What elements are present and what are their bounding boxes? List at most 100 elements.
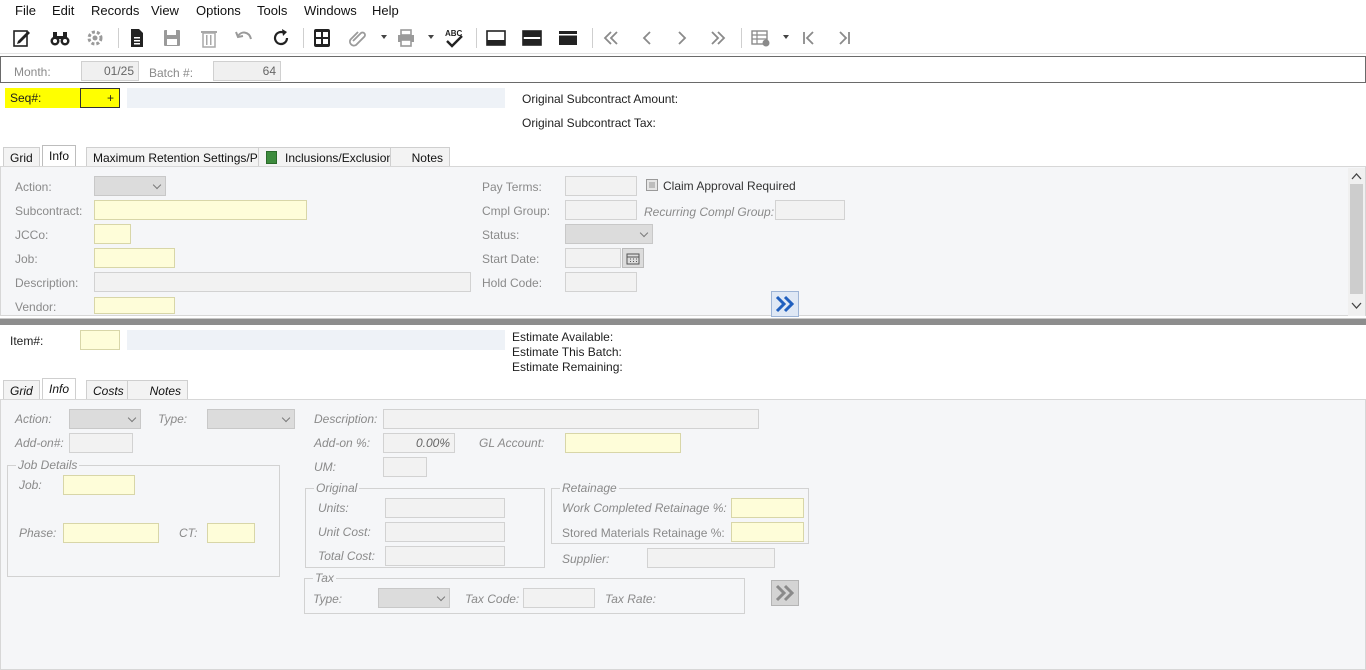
original-subcontract-tax-label: Original Subcontract Tax: xyxy=(522,116,656,130)
layout-bottom-icon[interactable] xyxy=(555,26,581,50)
scroll-down-icon xyxy=(1351,302,1362,309)
attachment-dropdown-icon[interactable] xyxy=(381,35,387,39)
addon-num-field[interactable] xyxy=(69,433,133,453)
tab-max-retention[interactable]: Maximum Retention Settings/PBA xyxy=(86,147,281,167)
item-job-field[interactable] xyxy=(63,475,135,495)
first-record-icon[interactable] xyxy=(598,26,624,50)
panel-splitter[interactable] xyxy=(0,318,1366,325)
stored-materials-retainage-field[interactable] xyxy=(731,522,804,542)
menu-file[interactable]: File xyxy=(15,3,36,18)
job-label: Job: xyxy=(15,252,38,266)
vendor-field[interactable] xyxy=(94,297,175,314)
recurring-compl-group-field[interactable] xyxy=(775,200,845,220)
menu-tools[interactable]: Tools xyxy=(257,3,287,18)
tab-item-info[interactable]: Info xyxy=(42,378,77,400)
menu-view[interactable]: View xyxy=(151,3,179,18)
unit-cost-field[interactable] xyxy=(385,522,505,542)
scroll-thumb[interactable] xyxy=(1350,184,1363,294)
previous-record-icon[interactable] xyxy=(634,26,660,50)
job-field[interactable] xyxy=(94,248,175,268)
um-label: UM: xyxy=(314,460,336,474)
tax-group: Tax Type: Tax Code: Tax Rate: xyxy=(304,571,745,614)
calculator-icon[interactable] xyxy=(309,26,335,50)
action-combo[interactable] xyxy=(94,176,166,196)
tab-item-costs[interactable]: Costs xyxy=(86,380,131,400)
unit-cost-label: Unit Cost: xyxy=(318,525,371,539)
tab-grid[interactable]: Grid xyxy=(3,147,40,167)
grid-view-dropdown-icon[interactable] xyxy=(783,35,789,39)
seq-input[interactable]: + xyxy=(80,88,120,108)
ct-field[interactable] xyxy=(207,523,255,543)
settings-gear-icon[interactable] xyxy=(82,26,108,50)
cmpl-group-label: Cmpl Group: xyxy=(482,204,551,218)
start-date-field[interactable] xyxy=(565,248,621,268)
hold-code-field[interactable] xyxy=(565,272,637,292)
cmpl-group-field[interactable] xyxy=(565,200,637,220)
tax-code-field[interactable] xyxy=(523,588,595,608)
supplier-field[interactable] xyxy=(647,548,775,568)
attachment-icon[interactable] xyxy=(344,26,370,50)
edit-form-icon[interactable] xyxy=(9,26,35,50)
item-description-input[interactable] xyxy=(383,409,759,429)
month-field[interactable]: 01/25 xyxy=(81,61,139,81)
delete-icon[interactable] xyxy=(196,26,222,50)
last-record-icon[interactable] xyxy=(705,26,731,50)
addon-pct-field[interactable]: 0.00% xyxy=(383,433,455,453)
undo-icon[interactable] xyxy=(231,26,257,50)
units-label: Units: xyxy=(318,501,349,515)
menu-edit[interactable]: Edit xyxy=(52,3,74,18)
expand-forward-disabled-icon[interactable] xyxy=(771,580,799,606)
item-input[interactable] xyxy=(80,330,120,350)
tab-item-notes[interactable]: Notes xyxy=(127,380,188,400)
phase-field[interactable] xyxy=(63,523,159,543)
next-record-icon[interactable] xyxy=(669,26,695,50)
spellcheck-icon[interactable]: ABC xyxy=(441,26,467,50)
menu-records[interactable]: Records xyxy=(91,3,139,18)
print-icon[interactable] xyxy=(393,26,419,50)
item-type-combo[interactable] xyxy=(207,409,295,429)
addon-num-label: Add-on#: xyxy=(15,436,64,450)
menu-help[interactable]: Help xyxy=(372,3,399,18)
pay-terms-field[interactable] xyxy=(565,176,637,196)
item-description-label: Description: xyxy=(314,412,378,426)
expand-forward-icon[interactable] xyxy=(771,291,799,317)
description-field[interactable] xyxy=(94,272,471,292)
print-dropdown-icon[interactable] xyxy=(428,35,434,39)
um-field[interactable] xyxy=(383,457,427,477)
jcco-field[interactable] xyxy=(94,224,131,244)
layout-middle-icon[interactable] xyxy=(519,26,545,50)
tax-rate-label: Tax Rate: xyxy=(605,592,656,606)
tab-info[interactable]: Info xyxy=(42,145,77,167)
units-field[interactable] xyxy=(385,498,505,518)
menu-windows[interactable]: Windows xyxy=(304,3,357,18)
estimate-available-label: Estimate Available: xyxy=(512,330,614,344)
tax-type-combo[interactable] xyxy=(378,588,450,608)
tab-notes[interactable]: Notes xyxy=(390,147,450,167)
estimate-this-batch-label: Estimate This Batch: xyxy=(512,345,622,359)
first-item-icon[interactable] xyxy=(796,26,822,50)
claim-approval-checkbox[interactable] xyxy=(646,179,658,191)
status-combo[interactable] xyxy=(565,224,653,244)
top-panel-scrollbar[interactable] xyxy=(1348,168,1365,316)
binoculars-icon[interactable] xyxy=(47,26,73,50)
calendar-icon[interactable] xyxy=(622,248,644,268)
work-completed-retainage-field[interactable] xyxy=(731,498,804,518)
menu-options[interactable]: Options xyxy=(196,3,241,18)
item-label: Item#: xyxy=(10,334,44,348)
layout-top-icon[interactable] xyxy=(483,26,509,50)
gl-account-field[interactable] xyxy=(565,433,681,453)
subcontract-field[interactable] xyxy=(94,200,307,220)
batch-field[interactable]: 64 xyxy=(213,61,281,81)
grid-view-icon[interactable] xyxy=(748,26,774,50)
refresh-icon[interactable] xyxy=(268,26,294,50)
new-document-icon[interactable] xyxy=(124,26,150,50)
save-icon[interactable] xyxy=(159,26,185,50)
tab-inclusions-exclusions[interactable]: Inclusions/Exclusions xyxy=(258,147,407,167)
tax-type-label: Type: xyxy=(313,592,343,606)
seq-description-field[interactable] xyxy=(127,88,505,108)
item-description-field[interactable] xyxy=(127,330,505,350)
last-item-icon[interactable] xyxy=(831,26,857,50)
tab-item-grid[interactable]: Grid xyxy=(3,380,40,400)
total-cost-field[interactable] xyxy=(385,546,505,566)
item-action-combo[interactable] xyxy=(69,409,141,429)
